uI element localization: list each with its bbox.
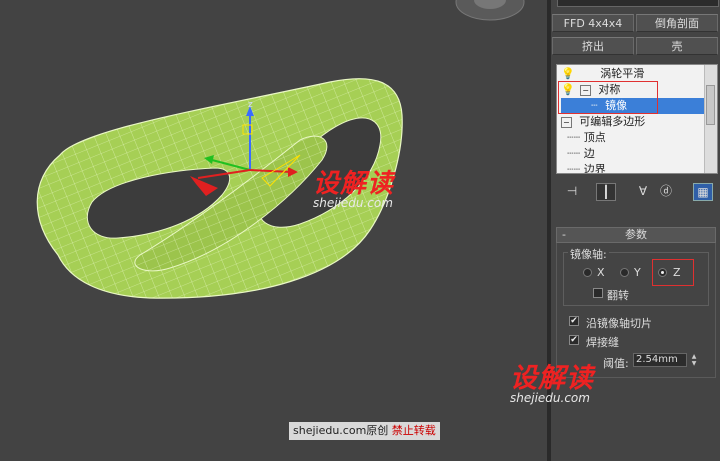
collapse-icon[interactable]: −: [561, 117, 572, 128]
slice-checkbox[interactable]: ✔: [569, 316, 579, 326]
watermark-panel: 设解读 shejiedu.com: [510, 356, 594, 405]
stack-item-turbosmooth[interactable]: 💡 涡轮平滑: [561, 66, 705, 82]
object-name-field[interactable]: [557, 0, 719, 7]
watermark-viewport: 设解读 shejiedu.com: [313, 163, 394, 210]
threshold-label: 阈值:: [603, 357, 629, 370]
flip-label: 翻转: [607, 289, 629, 302]
watermark-site: shejiedu.com: [510, 391, 590, 405]
credit-original: 原创: [366, 424, 389, 437]
watermark-site: shejiedu.com: [313, 196, 393, 210]
mirror-axis-label: 镜像轴:: [568, 246, 609, 262]
tree-line-icon: ┄┄: [567, 147, 581, 160]
stack-item-label: 边: [583, 147, 595, 160]
stack-item-label: 顶点: [583, 131, 606, 144]
slice-label: 沿镜像轴切片: [586, 317, 652, 330]
credit-banner: shejiedu.com原创 禁止转载: [289, 422, 440, 440]
highlight-box-stack: [558, 81, 658, 114]
scrollbar-thumb[interactable]: [706, 85, 715, 125]
stack-subitem-border[interactable]: ┄┄ 边界: [567, 162, 705, 174]
axis-y-radio[interactable]: [620, 268, 629, 277]
pin-stack-icon[interactable]: ⊣: [563, 183, 581, 199]
stack-item-label: 涡轮平滑: [600, 67, 645, 80]
weld-checkbox[interactable]: ✔: [569, 335, 579, 345]
weld-label: 焊接缝: [586, 336, 619, 349]
highlight-box-axis-z: [652, 259, 694, 286]
stack-item-editable-poly[interactable]: − 可编辑多边形: [561, 114, 705, 130]
stack-subitem-vertex[interactable]: ┄┄ 顶点: [567, 130, 705, 146]
threshold-spinner[interactable]: ▲ ▼: [689, 353, 699, 367]
shell-button[interactable]: 壳: [636, 37, 718, 55]
watermark-logo: 设解读: [510, 363, 594, 394]
watermark-logo: 设解读: [313, 169, 395, 199]
lightbulb-icon[interactable]: 💡: [561, 67, 575, 80]
flip-checkbox[interactable]: [593, 288, 603, 298]
tree-line-icon: ┄┄: [567, 131, 581, 144]
rollout-title: 参数: [625, 228, 647, 241]
remove-modifier-icon[interactable]: ⓓ: [657, 183, 675, 199]
stack-item-label: 边界: [583, 163, 606, 174]
axis-y-label: Y: [634, 266, 641, 279]
show-end-result-icon[interactable]: ┃: [596, 183, 616, 201]
params-rollout-header[interactable]: - 参数: [556, 227, 716, 243]
rollout-collapse[interactable]: -: [562, 228, 566, 242]
chamfer-section-button[interactable]: 倒角剖面: [636, 14, 718, 32]
configure-modifier-sets-icon[interactable]: ▦: [693, 183, 713, 201]
viewport-canvas: z: [36, 0, 525, 299]
credit-forbid: 禁止转载: [391, 424, 436, 437]
stack-scrollbar[interactable]: [704, 65, 717, 173]
ffd-button[interactable]: FFD 4x4x4: [552, 14, 634, 32]
extrude-button[interactable]: 挤出: [552, 37, 634, 55]
axis-x-radio[interactable]: [583, 268, 592, 277]
perspective-viewport[interactable]: z 设解读 shejiedu.com: [0, 0, 547, 461]
axis-x-label: X: [597, 266, 605, 279]
tree-line-icon: ┄┄: [567, 163, 581, 174]
threshold-input[interactable]: 2.54mm: [633, 353, 687, 367]
make-unique-icon[interactable]: ∀: [634, 183, 652, 199]
gizmo-axis-label: z: [248, 100, 253, 110]
stack-subitem-edge[interactable]: ┄┄ 边: [567, 146, 705, 162]
credit-site: shejiedu.com: [293, 424, 367, 437]
stack-item-label: 可编辑多边形: [579, 115, 646, 128]
